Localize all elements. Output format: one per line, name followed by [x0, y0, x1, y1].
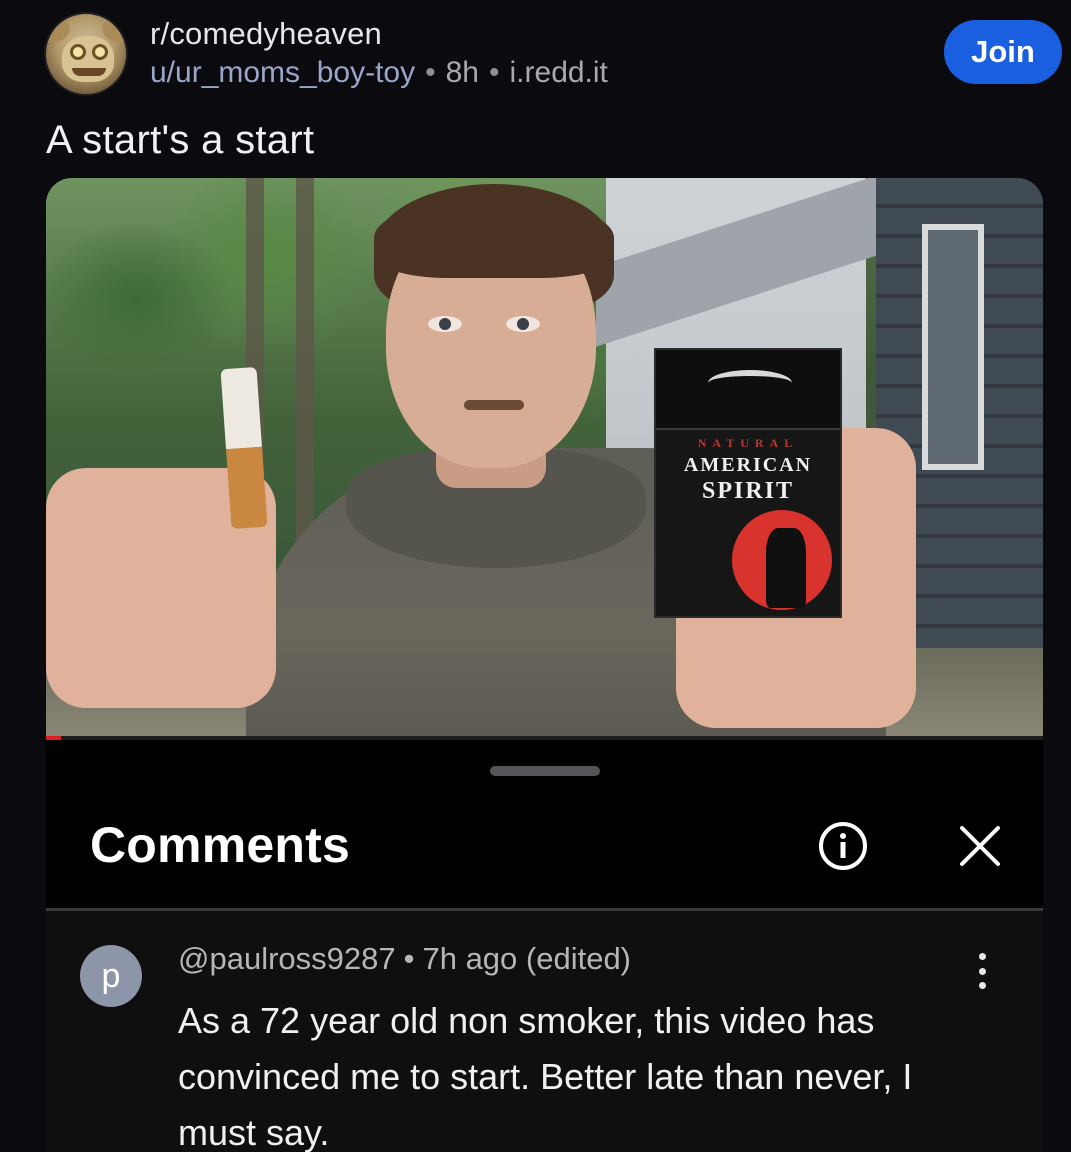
- subreddit-name[interactable]: r/comedyheaven: [150, 16, 382, 52]
- mustache: [464, 400, 524, 410]
- eye-right: [506, 316, 540, 332]
- avatar-mouth: [72, 68, 106, 76]
- house-window: [922, 224, 984, 470]
- kebab-dot: [978, 967, 986, 975]
- cigarette-filter: [226, 446, 268, 530]
- avatar-eye-right: [92, 44, 108, 60]
- pack-figure-silhouette: [766, 528, 806, 608]
- eye-left: [428, 316, 462, 332]
- comments-sheet: Comments p @paulross9287 • 7h ago (edited): [46, 740, 1043, 1152]
- post-title[interactable]: A start's a start: [46, 118, 314, 163]
- comment-item: p @paulross9287 • 7h ago (edited) As a 72 …: [46, 911, 1043, 1152]
- join-button[interactable]: Join: [944, 20, 1062, 84]
- cigarette-paper: [220, 366, 262, 450]
- commenter-avatar[interactable]: p: [80, 945, 142, 1007]
- cigarette-pack: NATURAL AMERICAN SPIRIT: [654, 348, 842, 618]
- comments-title: Comments: [90, 817, 350, 873]
- comment-text: As a 72 year old non smoker, this video …: [178, 1000, 913, 1152]
- pack-bird-logo: [708, 370, 792, 396]
- pack-top-band: [656, 350, 840, 430]
- pack-brand-line-2: AMERICAN: [683, 454, 813, 476]
- kebab-dot: [978, 982, 986, 989]
- hair-fringe: [374, 198, 614, 278]
- post-header: r/comedyheaven u/ur_moms_boy-toy • 8h • i.re…: [0, 0, 1071, 110]
- post-image[interactable]: NATURAL AMERICAN SPIRIT Comments p @paul…: [46, 178, 1043, 1152]
- pack-brand-line-1: NATURAL: [697, 436, 799, 450]
- post-age: 8h: [445, 56, 479, 89]
- post-author[interactable]: u/ur_moms_boy-toy: [150, 56, 415, 89]
- post-meta: u/ur_moms_boy-toy • 8h • i.redd.it: [150, 56, 608, 90]
- comment-meta-separator: •: [403, 941, 415, 976]
- comment-timestamp: 7h ago (edited): [422, 941, 632, 976]
- meta-separator: •: [425, 56, 436, 89]
- video-frame: NATURAL AMERICAN SPIRIT: [46, 178, 1043, 738]
- comment-meta: @paulross9287 • 7h ago (edited): [178, 941, 631, 977]
- subreddit-avatar-icon[interactable]: [44, 12, 128, 96]
- pack-brand-line-3: SPIRIT: [701, 478, 795, 504]
- more-vertical-icon[interactable]: [964, 947, 1000, 995]
- meta-separator: •: [489, 56, 500, 89]
- kebab-dot: [978, 953, 986, 960]
- post-domain[interactable]: i.redd.it: [510, 56, 608, 89]
- close-icon[interactable]: [952, 818, 1008, 874]
- commenter-handle[interactable]: @paulross9287: [178, 941, 396, 976]
- avatar-eye-left: [70, 44, 86, 60]
- info-icon[interactable]: [817, 820, 869, 872]
- drag-handle[interactable]: [490, 766, 600, 776]
